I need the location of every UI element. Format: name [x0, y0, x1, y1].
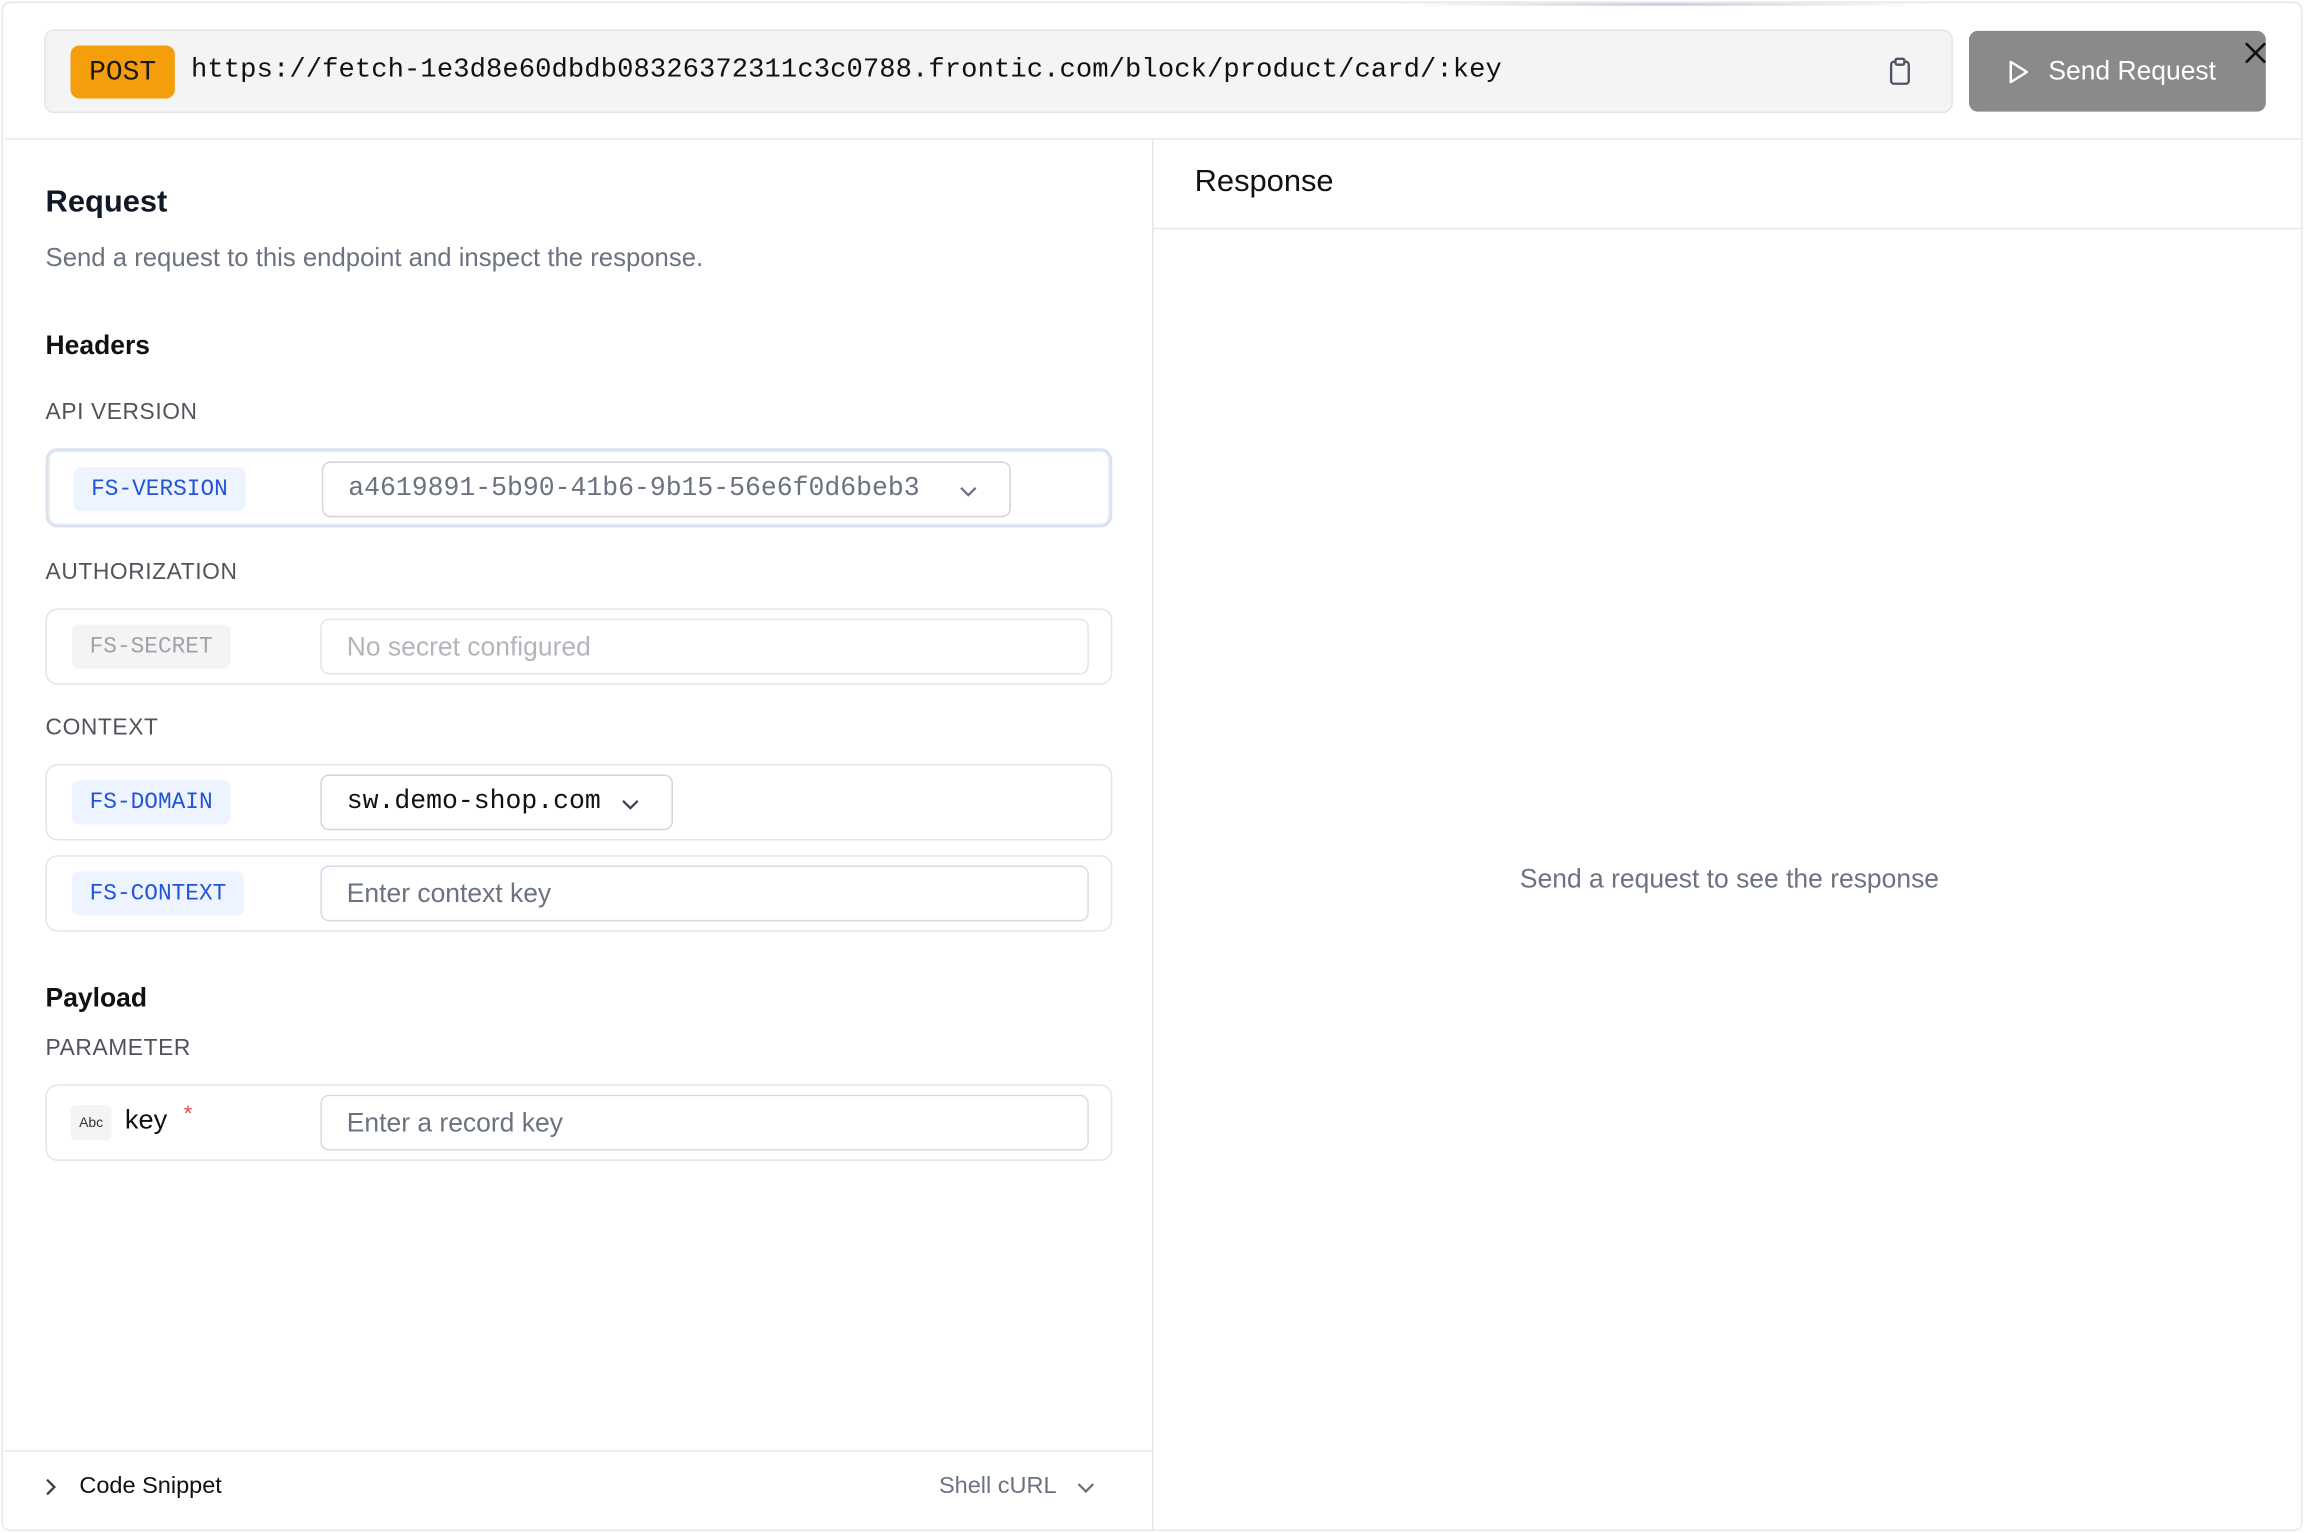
context-label: CONTEXT [45, 715, 159, 741]
required-marker: * [183, 1102, 193, 1128]
play-icon [2009, 59, 2029, 83]
domain-value: sw.demo-shop.com [346, 787, 601, 817]
language-value: Shell cURL [938, 1473, 1057, 1499]
code-snippet-label: Code Snippet [79, 1473, 222, 1499]
response-divider [1153, 227, 2302, 230]
api-version-label: API VERSION [45, 399, 198, 425]
fs-domain-tag: FS-DOMAIN [72, 780, 231, 825]
language-select[interactable]: Shell cURL [939, 1474, 1098, 1500]
send-request-label: Send Request [2048, 55, 2216, 86]
chevron-down-icon [1077, 1483, 1095, 1494]
record-key-input[interactable]: Enter a record key [320, 1094, 1089, 1151]
context-key-input[interactable]: Enter context key [320, 865, 1089, 922]
domain-select[interactable]: sw.demo-shop.com [320, 774, 673, 831]
domain-row: FS-DOMAIN sw.demo-shop.com [45, 764, 1113, 841]
api-version-value: a4619891-5b90-41b6-9b15-56e6f0d6beb3 [348, 474, 920, 505]
close-icon[interactable] [2241, 38, 2270, 67]
top-glow [1398, 2, 1928, 6]
fs-version-tag: FS-VERSION [73, 467, 246, 512]
string-type-icon: Abc [70, 1104, 112, 1141]
headers-title: Headers [45, 330, 150, 361]
chevron-right-icon [46, 1478, 57, 1496]
parameter-row: Abc key * Enter a record key [45, 1084, 1113, 1161]
endpoint-url: https://fetch-1e3d8e60dbdb08326372311c3c… [191, 54, 1502, 86]
fs-secret-tag: FS-SECRET [72, 624, 231, 669]
secret-input: No secret configured [320, 618, 1089, 675]
footer-divider [4, 1450, 1153, 1452]
request-title: Request [45, 185, 168, 219]
code-snippet-toggle[interactable]: Code Snippet [38, 1474, 222, 1500]
api-version-row: FS-VERSION a4619891-5b90-41b6-9b15-56e6f… [45, 448, 1113, 528]
api-playground-window: POST https://fetch-1e3d8e60dbdb083263723… [1, 1, 2303, 1532]
method-badge[interactable]: POST [70, 45, 175, 99]
parameter-name: key [124, 1103, 168, 1135]
clipboard-icon[interactable] [1882, 54, 1917, 89]
url-bar: POST https://fetch-1e3d8e60dbdb083263723… [44, 29, 1953, 114]
context-row: FS-CONTEXT Enter context key [45, 855, 1113, 932]
authorization-row: FS-SECRET No secret configured [45, 608, 1113, 685]
panel-divider [1152, 139, 1154, 1530]
response-empty-state: Send a request to see the response [1519, 864, 1940, 894]
fs-context-tag: FS-CONTEXT [72, 871, 244, 916]
response-title: Response [1194, 164, 1334, 199]
authorization-label: AUTHORIZATION [45, 559, 238, 585]
request-subtitle: Send a request to this endpoint and insp… [45, 242, 704, 272]
chevron-down-icon [960, 487, 977, 497]
chevron-down-icon [622, 800, 639, 810]
parameter-label: PARAMETER [45, 1035, 191, 1061]
send-request-button[interactable]: Send Request [1968, 30, 2266, 112]
payload-title: Payload [45, 983, 147, 1013]
api-version-select[interactable]: a4619891-5b90-41b6-9b15-56e6f0d6beb3 [321, 461, 1011, 518]
